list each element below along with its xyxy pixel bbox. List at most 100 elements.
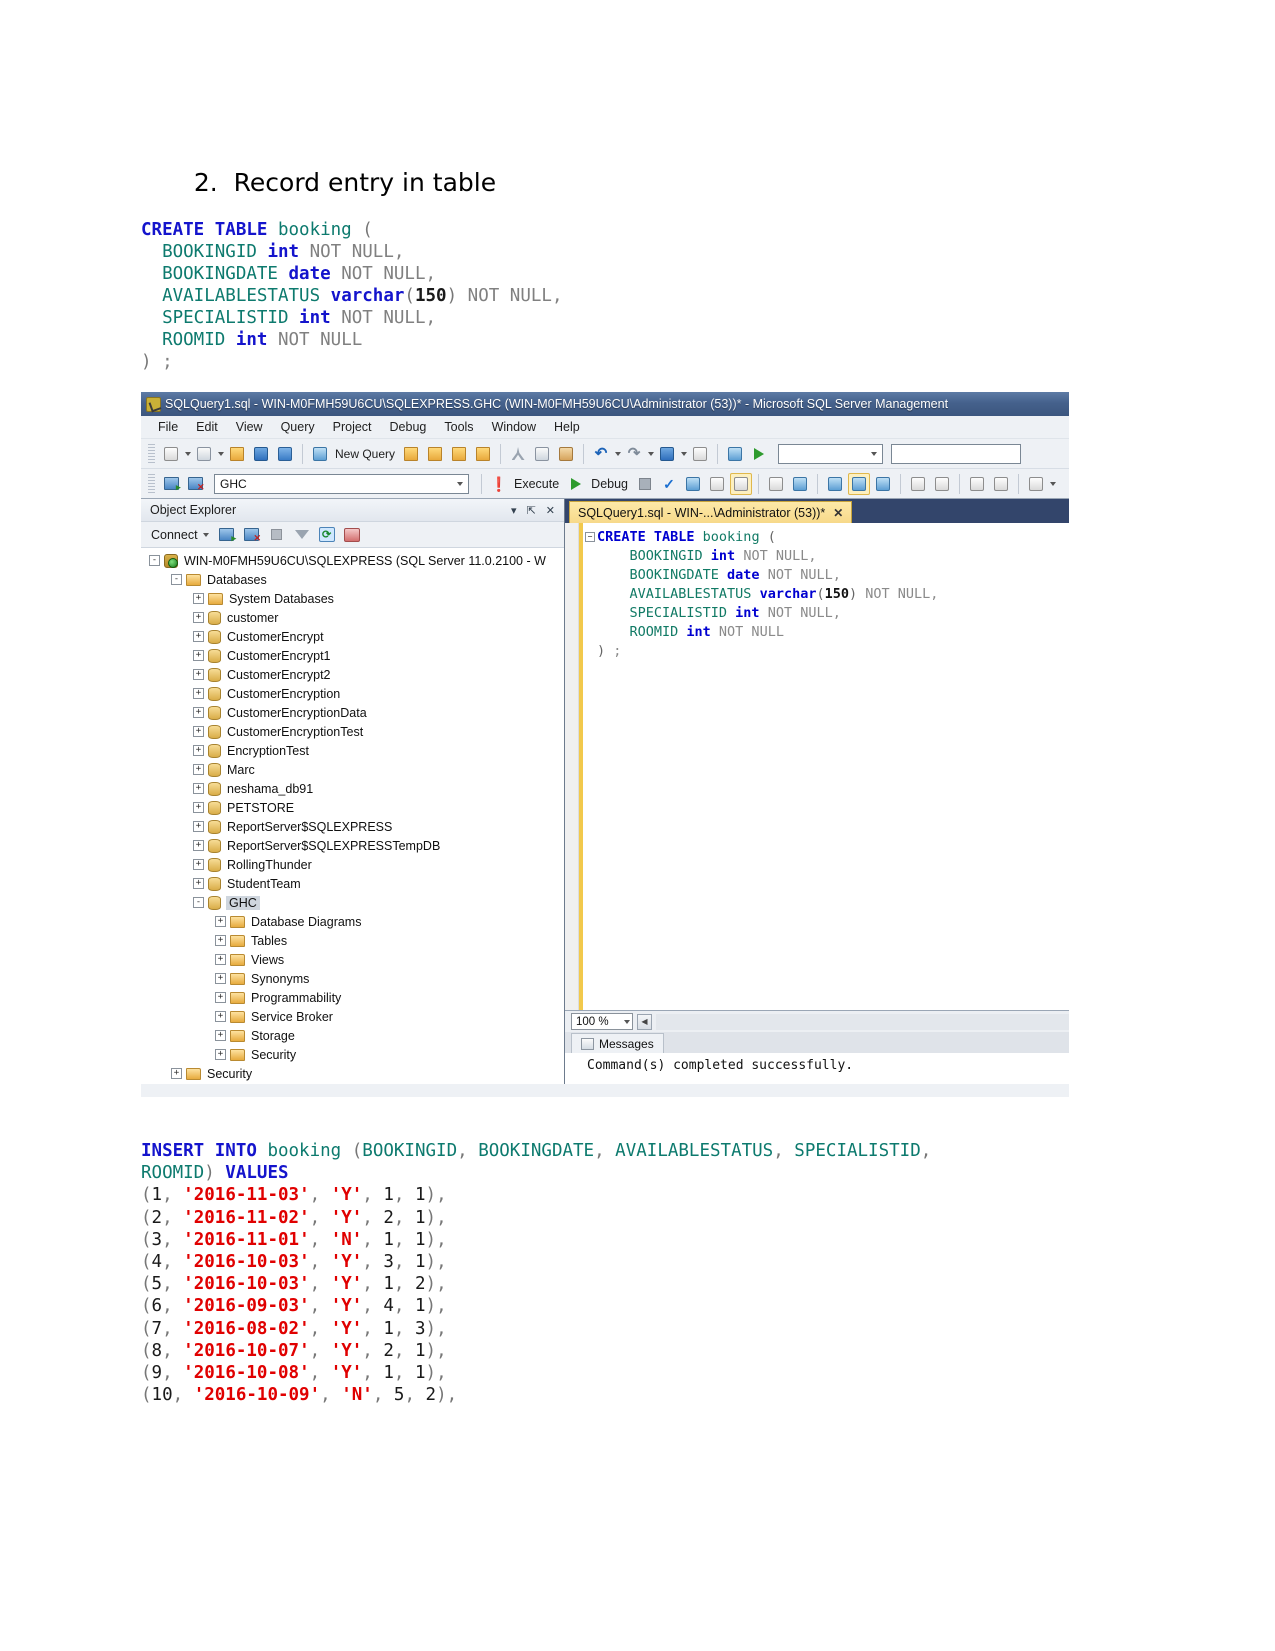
expand-icon[interactable]: + [193, 802, 204, 813]
connect-object-explorer-icon[interactable] [216, 524, 238, 546]
menu-item-view[interactable]: View [227, 418, 272, 436]
expand-icon[interactable]: + [193, 783, 204, 794]
display-estimated-execution-plan-button[interactable] [682, 473, 704, 495]
menu-item-debug[interactable]: Debug [381, 418, 436, 436]
font-options-button[interactable] [1025, 473, 1047, 495]
include-client-statistics-button[interactable] [765, 473, 787, 495]
collapse-icon[interactable]: - [171, 574, 182, 585]
tree-node[interactable]: + CustomerEncrypt2 [141, 665, 564, 684]
new-database-engine-query-button[interactable] [400, 443, 422, 465]
new-analysis-services-mdx-query-button[interactable] [424, 443, 446, 465]
redo-dropdown-icon[interactable] [648, 451, 655, 456]
disconnect-object-explorer-icon[interactable] [241, 524, 263, 546]
decrease-indent-button[interactable] [990, 473, 1012, 495]
execute-label[interactable]: Execute [512, 477, 563, 491]
tab-sqlquery1[interactable]: SQLQuery1.sql - WIN-...\Administrator (5… [569, 501, 853, 523]
disconnect-all-icon[interactable] [341, 524, 363, 546]
tree-node[interactable]: + Service Broker [141, 1007, 564, 1026]
expand-icon[interactable]: + [193, 707, 204, 718]
tree-node[interactable]: + Views [141, 950, 564, 969]
copy-button[interactable] [531, 443, 553, 465]
tree-node[interactable]: + neshama_db91 [141, 779, 564, 798]
filter-icon[interactable] [291, 524, 313, 546]
expand-icon[interactable]: + [193, 764, 204, 775]
new-query-label[interactable]: New Query [333, 447, 398, 461]
comment-lines-button[interactable] [907, 473, 929, 495]
undo-dropdown-icon[interactable] [615, 451, 622, 456]
new-item-dropdown-icon[interactable] [185, 451, 191, 456]
menu-item-query[interactable]: Query [272, 418, 324, 436]
tree-node[interactable]: + PETSTORE [141, 798, 564, 817]
navigate-forward-button[interactable] [689, 443, 711, 465]
connect-button[interactable] [160, 473, 182, 495]
region-end-icon[interactable] [585, 643, 595, 653]
tree-node[interactable]: + RollingThunder [141, 855, 564, 874]
tree-node[interactable]: + EncryptionTest [141, 741, 564, 760]
menu-item-file[interactable]: File [149, 418, 187, 436]
stop-button[interactable] [634, 473, 656, 495]
tree-node[interactable]: + StudentTeam [141, 874, 564, 893]
expand-icon[interactable]: + [215, 1011, 226, 1022]
tree-node[interactable]: + CustomerEncrypt1 [141, 646, 564, 665]
expand-icon[interactable]: + [215, 992, 226, 1003]
panel-menu-icon[interactable]: ▾ [511, 504, 517, 517]
navigate-backward-button[interactable] [656, 443, 678, 465]
database-combo[interactable]: GHC [214, 473, 469, 494]
expand-icon[interactable]: + [193, 593, 204, 604]
solution-platform-combo[interactable] [891, 443, 1022, 464]
tree-node[interactable]: + customer [141, 608, 564, 627]
editor-code[interactable]: − CREATE TABLE booking ( BOOKINGID int NO… [583, 523, 1069, 1010]
hscroll-left-button[interactable]: ◀ [637, 1013, 652, 1030]
expand-icon[interactable]: + [215, 973, 226, 984]
expand-icon[interactable]: + [171, 1068, 182, 1079]
new-item-button[interactable] [160, 443, 182, 465]
close-icon[interactable]: ✕ [546, 504, 555, 517]
tree-node[interactable]: + CustomerEncryption [141, 684, 564, 703]
stop-icon[interactable] [266, 524, 288, 546]
paste-button[interactable] [555, 443, 577, 465]
sql-text-area[interactable]: − CREATE TABLE booking ( BOOKINGID int NO… [565, 523, 1069, 1010]
expand-icon[interactable]: + [193, 821, 204, 832]
parse-button[interactable]: ✓ [658, 473, 680, 495]
navigate-dropdown-icon[interactable] [681, 451, 688, 456]
tree-node[interactable]: + Security [141, 1045, 564, 1064]
collapse-region-icon[interactable]: − [585, 532, 595, 542]
tree-node[interactable]: - WIN-M0FMH59U6CU\SQLEXPRESS (SQL Server … [141, 551, 564, 570]
debug-label[interactable]: Debug [589, 477, 632, 491]
save-button[interactable] [250, 443, 272, 465]
expand-icon[interactable]: + [215, 935, 226, 946]
debug-icon[interactable] [565, 473, 587, 495]
solution-configuration-combo[interactable] [778, 443, 884, 464]
sql-toolbar-grip[interactable] [148, 473, 155, 494]
tree-node[interactable]: + Security [141, 1064, 564, 1083]
increase-indent-button[interactable] [966, 473, 988, 495]
menu-item-tools[interactable]: Tools [435, 418, 482, 436]
new-project-button[interactable] [193, 443, 215, 465]
expand-icon[interactable]: + [193, 650, 204, 661]
tree-node[interactable]: + Synonyms [141, 969, 564, 988]
toolbar-overflow-icon[interactable] [1050, 481, 1057, 486]
tree-node[interactable]: + CustomerEncryptionData [141, 703, 564, 722]
new-query-icon[interactable] [309, 443, 331, 465]
connect-dropdown-icon[interactable] [202, 532, 209, 537]
tree-node[interactable]: + Programmability [141, 988, 564, 1007]
tree-node[interactable]: + CustomerEncrypt [141, 627, 564, 646]
tree-node[interactable]: - Databases [141, 570, 564, 589]
uncomment-lines-button[interactable] [931, 473, 953, 495]
zoom-dropdown-icon[interactable] [624, 1019, 630, 1024]
collapse-icon[interactable]: - [149, 555, 160, 566]
tab-messages[interactable]: Messages [571, 1033, 664, 1053]
expand-icon[interactable]: + [193, 878, 204, 889]
toolbar-grip[interactable] [148, 443, 155, 464]
new-analysis-services-xmla-query-button[interactable] [472, 443, 494, 465]
new-analysis-services-dmx-query-button[interactable] [448, 443, 470, 465]
hscroll-track[interactable] [656, 1013, 1069, 1030]
results-to-text-alt-button[interactable] [872, 473, 894, 495]
open-file-button[interactable] [226, 443, 248, 465]
tree-node[interactable]: + System Databases [141, 589, 564, 608]
expand-icon[interactable]: + [193, 612, 204, 623]
include-actual-execution-plan-button[interactable] [730, 472, 753, 495]
tree-node[interactable]: + Storage [141, 1026, 564, 1045]
menu-item-window[interactable]: Window [483, 418, 545, 436]
cut-button[interactable] [507, 443, 529, 465]
